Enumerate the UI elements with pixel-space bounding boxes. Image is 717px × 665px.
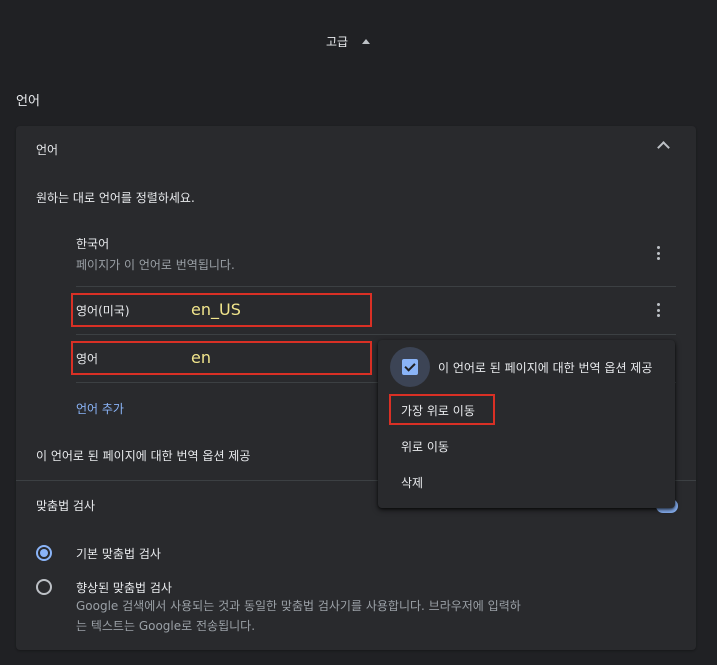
enhanced-description-line2: 는 텍스트는 Google로 전송됩니다. xyxy=(76,619,256,633)
language-subtitle-korean: 페이지가 이 언어로 번역됩니다. xyxy=(76,258,235,272)
advanced-label: 고급 xyxy=(326,35,349,49)
spellcheck-title: 맞춤법 검사 xyxy=(36,499,96,513)
card-description: 원하는 대로 언어를 정렬하세요. xyxy=(36,191,195,205)
card-header[interactable]: 언어 xyxy=(36,141,58,158)
divider xyxy=(76,286,676,287)
highlight-box xyxy=(71,341,372,375)
enhanced-description-line1: Google 검색에서 사용되는 것과 동일한 맞춤법 검사기를 사용합니다. … xyxy=(76,599,521,613)
radio-enhanced-spellcheck[interactable] xyxy=(36,579,52,595)
divider xyxy=(76,334,676,335)
radio-basic-spellcheck[interactable] xyxy=(36,545,52,561)
menu-item-remove[interactable]: 삭제 xyxy=(401,474,423,491)
radio-label-enhanced: 향상된 맞춤법 검사 xyxy=(76,581,172,595)
menu-offer-translate: 이 언어로 된 페이지에 대한 번역 옵션 제공 xyxy=(438,361,653,375)
language-name-en-us: 영어(미국) xyxy=(76,304,130,318)
advanced-toggle[interactable]: 고급 xyxy=(326,33,371,50)
radio-label-basic: 기본 맞춤법 검사 xyxy=(76,547,161,561)
section-title: 언어 xyxy=(16,94,40,109)
more-vert-icon[interactable] xyxy=(656,303,660,317)
language-name-korean: 한국어 xyxy=(76,237,110,251)
menu-item-move-up[interactable]: 위로 이동 xyxy=(401,438,449,455)
language-name-en: 영어 xyxy=(76,352,99,366)
enhanced-description: Google 검색에서 사용되는 것과 동일한 맞춤법 검사기를 사용합니다. … xyxy=(76,596,526,636)
more-vert-icon[interactable] xyxy=(656,246,660,260)
offer-translate-label: 이 언어로 된 페이지에 대한 번역 옵션 제공 xyxy=(36,449,251,463)
language-code-en: en xyxy=(191,348,211,367)
menu-item-move-to-top[interactable]: 가장 위로 이동 xyxy=(401,402,475,419)
caret-up-icon xyxy=(362,39,371,44)
language-code-en-us: en_US xyxy=(191,300,241,319)
offer-translate-checkbox[interactable] xyxy=(402,359,418,375)
add-language-link[interactable]: 언어 추가 xyxy=(76,400,124,417)
